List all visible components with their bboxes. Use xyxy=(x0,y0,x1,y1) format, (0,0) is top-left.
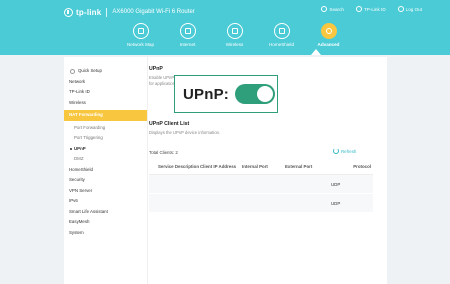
protocol-cell: UDP xyxy=(331,200,341,206)
sidebar-item-port-triggering[interactable]: Port Triggering xyxy=(64,133,147,144)
column-header: External Port xyxy=(285,164,313,169)
column-header: Client IP Address xyxy=(200,164,237,169)
tp-link-logo-icon xyxy=(64,7,73,17)
search-icon xyxy=(321,6,328,12)
sidebar-item-smart-life-assistant[interactable]: Smart Life Assistant xyxy=(64,207,147,218)
table-row: UDP xyxy=(149,175,373,194)
current-bullet-icon xyxy=(70,147,72,150)
sidebar-item-homeshield[interactable]: HomeShield xyxy=(64,165,147,176)
sidebar-item-wireless[interactable]: Wireless xyxy=(64,98,147,109)
globe-icon xyxy=(184,28,191,34)
nav-network-map-label: Network Map xyxy=(126,42,155,47)
tplink-id-label: TP-Link ID xyxy=(363,6,386,12)
wifi-icon xyxy=(231,28,238,34)
nav-wireless-label: Wireless xyxy=(225,42,244,47)
brand: tp-link AX6000 Gigabit Wi-Fi 6 Router xyxy=(64,4,195,20)
sidebar-item-system[interactable]: System xyxy=(64,228,147,239)
table-header: Service Description Client IP Address In… xyxy=(149,159,373,175)
search-label: Search xyxy=(329,6,344,12)
client-list-title: UPnP Client List xyxy=(149,121,190,127)
sidebar-item-vpn-server[interactable]: VPN Server xyxy=(64,186,147,197)
nav-network-map[interactable]: Network Map xyxy=(117,23,164,47)
nav-homeshield[interactable]: HomeShield xyxy=(258,23,305,47)
refresh-label: Refresh xyxy=(341,148,357,154)
sidebar-item-label: Quick Setup xyxy=(78,68,102,73)
upnp-toggle-label: UPnP: xyxy=(183,85,229,103)
sidebar-item-easymesh[interactable]: EasyMesh xyxy=(64,217,147,228)
top-links: Search TP-Link ID Log Out xyxy=(321,6,422,12)
sidebar-item-security[interactable]: Security xyxy=(64,175,147,186)
sidebar-item-network[interactable]: Network xyxy=(64,77,147,88)
house-icon xyxy=(278,28,285,34)
nav-internet-label: Internet xyxy=(179,42,196,47)
sidebar: Quick Setup Network TP-Link ID Wireless … xyxy=(64,57,147,284)
sidebar-item-quick-setup[interactable]: Quick Setup xyxy=(64,66,147,77)
brand-separator xyxy=(106,7,108,17)
logout-icon xyxy=(397,6,404,12)
nav-homeshield-label: HomeShield xyxy=(268,42,295,47)
column-header: Protocol xyxy=(353,164,371,169)
network-map-icon xyxy=(137,28,144,34)
client-list-description: Displays the UPnP device information. xyxy=(149,130,221,135)
upnp-toggle-callout: UPnP: xyxy=(174,75,278,113)
sidebar-item-dmz[interactable]: DMZ xyxy=(64,154,147,165)
sidebar-item-port-forwarding[interactable]: Port Forwarding xyxy=(64,123,147,134)
brand-name: tp-link xyxy=(76,7,102,17)
upnp-section-title: UPnP xyxy=(149,66,163,72)
sidebar-item-nat-forwarding[interactable]: NAT Forwarding xyxy=(64,110,147,121)
refresh-icon xyxy=(333,148,339,154)
quick-setup-icon xyxy=(70,68,75,74)
table-row: UDP xyxy=(149,194,373,213)
nav-advanced-label: Advanced xyxy=(317,42,340,47)
gear-icon xyxy=(325,28,332,34)
main-nav: Network Map Internet Wireless HomeShield… xyxy=(117,23,352,47)
sidebar-item-tplink-id[interactable]: TP-Link ID xyxy=(64,87,147,98)
toggle-knob xyxy=(257,86,273,102)
nav-advanced[interactable]: Advanced xyxy=(305,23,352,47)
nav-internet[interactable]: Internet xyxy=(164,23,211,47)
sidebar-item-label: UPnP xyxy=(74,145,86,151)
sidebar-item-ipv6[interactable]: IPv6 xyxy=(64,196,147,207)
column-header: Service Description xyxy=(158,164,199,169)
search-link[interactable]: Search xyxy=(321,6,344,12)
top-header: tp-link AX6000 Gigabit Wi-Fi 6 Router Se… xyxy=(0,0,450,55)
sidebar-item-upnp[interactable]: UPnP xyxy=(64,144,147,155)
refresh-button[interactable]: Refresh xyxy=(333,148,356,154)
user-icon xyxy=(355,6,362,12)
nav-wireless[interactable]: Wireless xyxy=(211,23,258,47)
protocol-cell: UDP xyxy=(331,181,341,187)
tplink-id-link[interactable]: TP-Link ID xyxy=(355,6,386,12)
logout-link[interactable]: Log Out xyxy=(397,6,422,12)
logout-label: Log Out xyxy=(405,6,422,12)
upnp-toggle-switch[interactable] xyxy=(235,84,275,104)
total-clients: Total Clients: 2 xyxy=(149,150,178,155)
active-nav-pointer xyxy=(311,49,321,55)
upnp-client-table: Service Description Client IP Address In… xyxy=(149,159,373,213)
router-model: AX6000 Gigabit Wi-Fi 6 Router xyxy=(112,9,195,15)
column-header: Internal Port xyxy=(242,164,268,169)
